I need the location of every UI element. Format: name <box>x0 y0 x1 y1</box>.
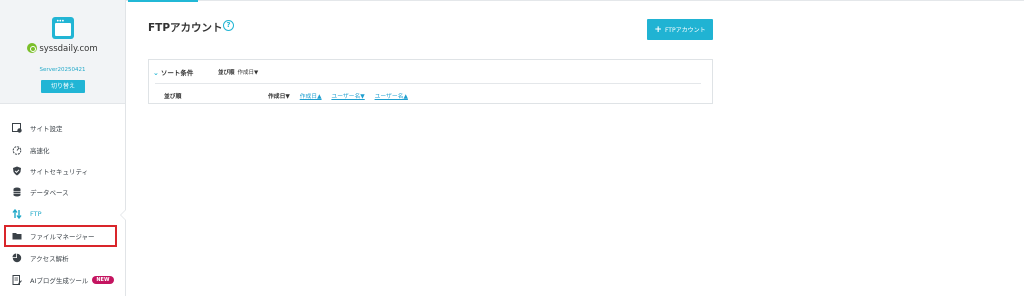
file-manager-highlight <box>4 225 117 247</box>
divider <box>155 83 701 84</box>
order-label: 並び順 <box>164 94 182 100</box>
shield-icon <box>11 165 23 177</box>
sort-heading: ソート条件 <box>160 69 194 77</box>
sort-current: 並び順 作成日▼ <box>218 68 258 76</box>
sidebar-item-label: サイト設定 <box>30 125 63 133</box>
sort-current-value: 作成日▼ <box>237 70 259 76</box>
database-icon <box>11 186 23 198</box>
sidebar-item-label: データベース <box>30 189 69 197</box>
ftp-icon <box>11 208 23 220</box>
order-option-username-desc[interactable]: ユーザー名▼ <box>331 94 364 100</box>
switch-button[interactable]: 切り替え <box>41 80 85 93</box>
sidebar-item-analytics[interactable]: アクセス解析 <box>0 248 125 268</box>
order-options: 作成日▼ 作成日▲ ユーザー名▼ ユーザー名▲ <box>268 91 416 100</box>
sidebar: ••• syssdaily.com Server20250421 切り替え サイ… <box>0 0 126 296</box>
sidebar-item-label: AIブログ生成ツール <box>30 277 89 285</box>
order-option-created-desc: 作成日▼ <box>268 94 290 100</box>
main-content: FTPアカウント ? + FTPアカウント ⌄ ソート条件 並び順 作成日▼ 並び順… <box>127 0 1024 296</box>
server-id: Server20250421 <box>39 67 86 73</box>
ai-doc-icon <box>11 274 23 286</box>
sidebar-item-site-settings[interactable]: サイト設定 <box>0 118 125 138</box>
new-badge: NEW <box>92 276 114 284</box>
sidebar-item-speed[interactable]: 高速化 <box>0 140 125 160</box>
chevron-down-icon: ⌄ <box>153 69 159 77</box>
help-icon[interactable]: ? <box>223 20 234 31</box>
power-icon <box>27 43 38 53</box>
add-ftp-account-label: FTPアカウント <box>664 27 706 34</box>
site-card: ••• syssdaily.com Server20250421 切り替え <box>0 0 125 104</box>
order-option-username-asc[interactable]: ユーザー名▲ <box>375 94 408 100</box>
sort-toggle[interactable]: ⌄ ソート条件 <box>153 67 193 77</box>
sidebar-item-database[interactable]: データベース <box>0 182 125 202</box>
site-window-icon: ••• <box>52 17 74 39</box>
pie-chart-icon <box>11 252 23 264</box>
site-domain-row: syssdaily.com <box>0 43 125 54</box>
sidebar-item-security[interactable]: サイトセキュリティ <box>0 161 125 181</box>
page-title: FTPアカウント <box>148 22 223 34</box>
order-option-created-asc[interactable]: 作成日▲ <box>300 94 322 100</box>
sidebar-item-ai-blog[interactable]: AIブログ生成ツール NEW <box>0 270 125 290</box>
plus-icon: + <box>654 24 662 35</box>
sidebar-item-ftp[interactable]: FTP <box>0 204 125 224</box>
speed-icon <box>11 144 23 156</box>
sidebar-item-label: FTP <box>30 210 42 218</box>
site-domain: syssdaily.com <box>39 44 98 54</box>
site-settings-icon <box>11 122 23 134</box>
add-ftp-account-button[interactable]: + FTPアカウント <box>647 19 713 40</box>
active-pointer <box>120 209 126 221</box>
sidebar-item-label: サイトセキュリティ <box>30 168 89 176</box>
sidebar-item-label: アクセス解析 <box>30 255 69 263</box>
sidebar-item-label: 高速化 <box>30 147 50 155</box>
sort-current-key: 並び順 <box>218 70 235 76</box>
sort-panel: ⌄ ソート条件 並び順 作成日▼ 並び順 作成日▼ 作成日▲ ユーザー名▼ ユーザー… <box>148 59 713 104</box>
